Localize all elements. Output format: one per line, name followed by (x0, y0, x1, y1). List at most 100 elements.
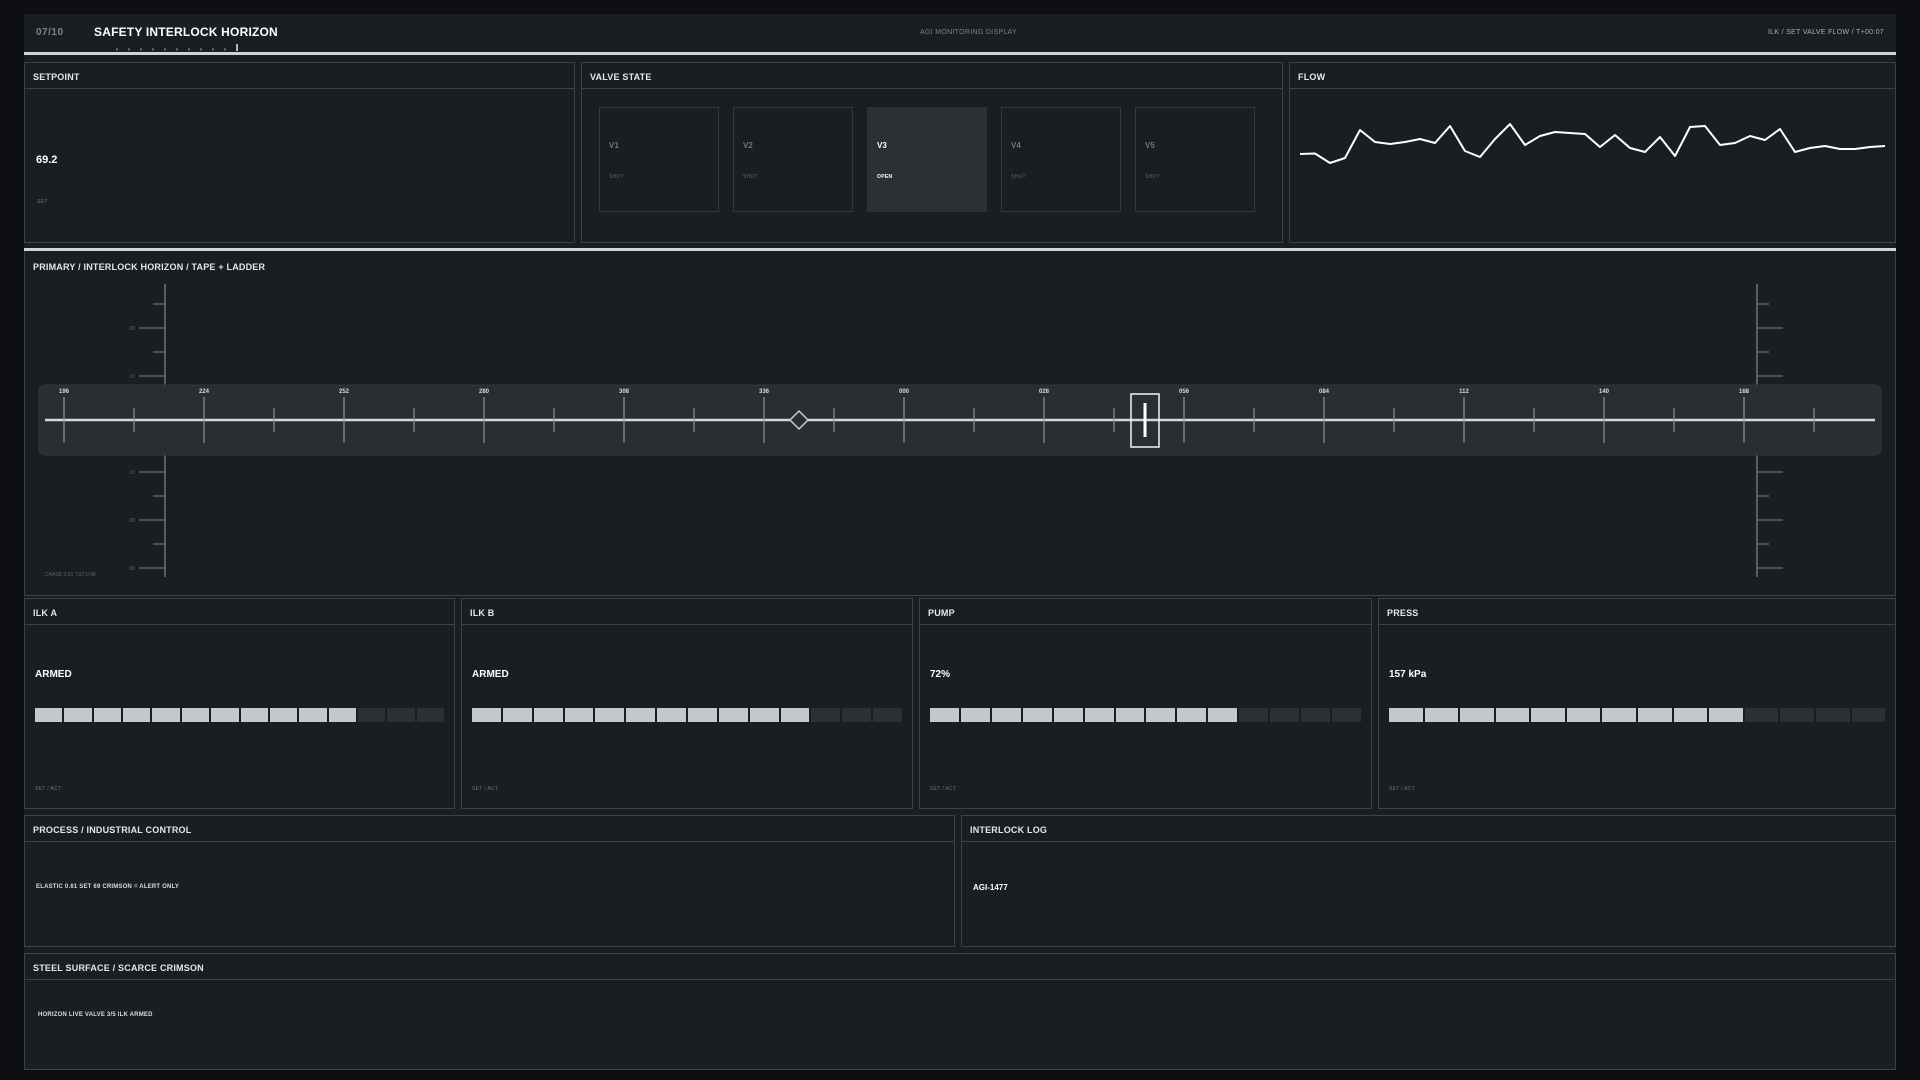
level-segment (533, 708, 563, 722)
level-segment (1780, 708, 1814, 722)
level-segment (416, 708, 445, 722)
horizon-tape: 20 10 00 10 20 30 (38, 284, 1882, 578)
level-segment (1673, 708, 1708, 722)
level-segment (1177, 708, 1207, 722)
ladder-label: 30 (129, 566, 135, 572)
tape-label: 140 (1599, 389, 1610, 395)
level-segment (1239, 708, 1269, 722)
level-segment (1115, 708, 1145, 722)
press-title: PRESS (1387, 608, 1419, 618)
log-entry[interactable]: AGI-1477 (973, 883, 1008, 892)
breadcrumb: ILK / SET VALVE FLOW / T+00:07 (1767, 29, 1884, 36)
ilk-b-title: ILK B (470, 608, 495, 618)
ilk-a-level-bar (35, 708, 445, 722)
ladder-label: 20 (129, 326, 135, 332)
valve-status: SHUT (609, 174, 624, 180)
tape-label: 252 (339, 389, 350, 395)
level-segment (152, 708, 180, 722)
valve-tile-v1[interactable]: V1 SHUT (599, 107, 719, 212)
level-segment (1602, 708, 1637, 722)
level-segment (626, 708, 656, 722)
press-value: 157 kPa (1389, 669, 1427, 680)
pump-value: 72% (930, 669, 951, 680)
level-segment (1851, 708, 1886, 722)
setpoint-label: SET (37, 199, 48, 205)
ilk-a-title: ILK A (33, 608, 58, 618)
setpoint-title: SETPOINT (33, 72, 80, 82)
tape-label: 280 (479, 389, 490, 395)
page-title: SAFETY INTERLOCK HORIZON (94, 25, 278, 39)
tape-label: 084 (1319, 389, 1330, 395)
level-segment (991, 708, 1021, 722)
press-panel: PRESS 157 kPa SET / ACT (1378, 598, 1896, 809)
valve-tile-v3[interactable]: V3 OPEN (867, 107, 987, 212)
level-segment (1208, 708, 1238, 722)
level-segment (1301, 708, 1330, 722)
setpoint-panel: SETPOINT 69.2 SET (24, 62, 575, 243)
valve-status: SHUT (1145, 174, 1160, 180)
steel-surface-panel: STEEL SURFACE / SCARCE CRIMSON HORIZON L… (24, 953, 1896, 1070)
ilk-b-level-bar (472, 708, 903, 722)
valve-tile-v4[interactable]: V4 SHUT (1001, 107, 1121, 212)
tape-label: 308 (619, 389, 630, 395)
tape-label: 056 (1179, 389, 1190, 395)
level-segment (1460, 708, 1494, 722)
flow-header: FLOW (1290, 63, 1895, 89)
setpoint-header: SETPOINT (25, 63, 574, 89)
interlock-log-title: INTERLOCK LOG (970, 825, 1048, 835)
level-segment (1638, 708, 1672, 722)
level-segment (502, 708, 532, 722)
level-segment (35, 708, 63, 722)
ilk-b-value: ARMED (472, 669, 509, 680)
level-segment (1566, 708, 1601, 722)
header-tick-ruler (116, 44, 238, 51)
ladder-label: 10 (129, 470, 135, 476)
level-segment (1744, 708, 1779, 722)
steel-surface-title: STEEL SURFACE / SCARCE CRIMSON (33, 963, 204, 973)
valve-state-panel: VALVE STATE V1 SHUT V2 SHUT V3 OPEN V4 S… (581, 62, 1283, 243)
level-segment (240, 708, 268, 722)
flow-line (1299, 123, 1886, 164)
level-segment (1022, 708, 1052, 722)
ilk-b-panel: ILK B ARMED SET / ACT (461, 598, 913, 809)
header-bar: 07/10 SAFETY INTERLOCK HORIZON AGI MONIT… (24, 14, 1896, 55)
ilk-a-header: ILK A (25, 599, 454, 625)
valve-name: V3 (877, 141, 887, 150)
level-segment (64, 708, 92, 722)
level-segment (1084, 708, 1114, 722)
level-segment (1146, 708, 1176, 722)
valve-status: OPEN (877, 174, 893, 180)
valve-status: SHUT (743, 174, 758, 180)
valve-state-title: VALVE STATE (590, 72, 652, 82)
level-segment (299, 708, 327, 722)
pump-panel: PUMP 72% SET / ACT (919, 598, 1372, 809)
level-segment (842, 708, 872, 722)
ladder-label: 20 (129, 518, 135, 524)
level-segment (472, 708, 501, 722)
ilk-a-value: ARMED (35, 669, 72, 680)
process-title: PROCESS / INDUSTRIAL CONTROL (33, 825, 192, 835)
valve-tile-v2[interactable]: V2 SHUT (733, 107, 853, 212)
process-status-line: ELASTIC 0.61 SET 69 CRIMSON = ALERT ONLY (36, 884, 180, 890)
level-segment (811, 708, 841, 722)
press-level-bar (1389, 708, 1886, 722)
level-segment (1815, 708, 1850, 722)
level-segment (269, 708, 298, 722)
surface-status-line: HORIZON LIVE VALVE 3/5 ILK ARMED (38, 1012, 153, 1018)
tape-label: 112 (1459, 389, 1469, 395)
level-segment (595, 708, 625, 722)
level-segment (1531, 708, 1565, 722)
valve-tile-v5[interactable]: V5 SHUT (1135, 107, 1255, 212)
level-segment (357, 708, 386, 722)
press-header: PRESS (1379, 599, 1895, 625)
valve-name: V1 (609, 141, 619, 150)
level-segment (387, 708, 415, 722)
ladder-label: 10 (129, 374, 135, 380)
level-segment (780, 708, 810, 722)
interlock-log-panel: INTERLOCK LOG AGI-1477 (961, 815, 1896, 947)
level-segment (93, 708, 122, 722)
interlock-log-header: INTERLOCK LOG (962, 816, 1895, 842)
level-segment (1053, 708, 1083, 722)
level-segment (1331, 708, 1361, 722)
level-segment (688, 708, 717, 722)
